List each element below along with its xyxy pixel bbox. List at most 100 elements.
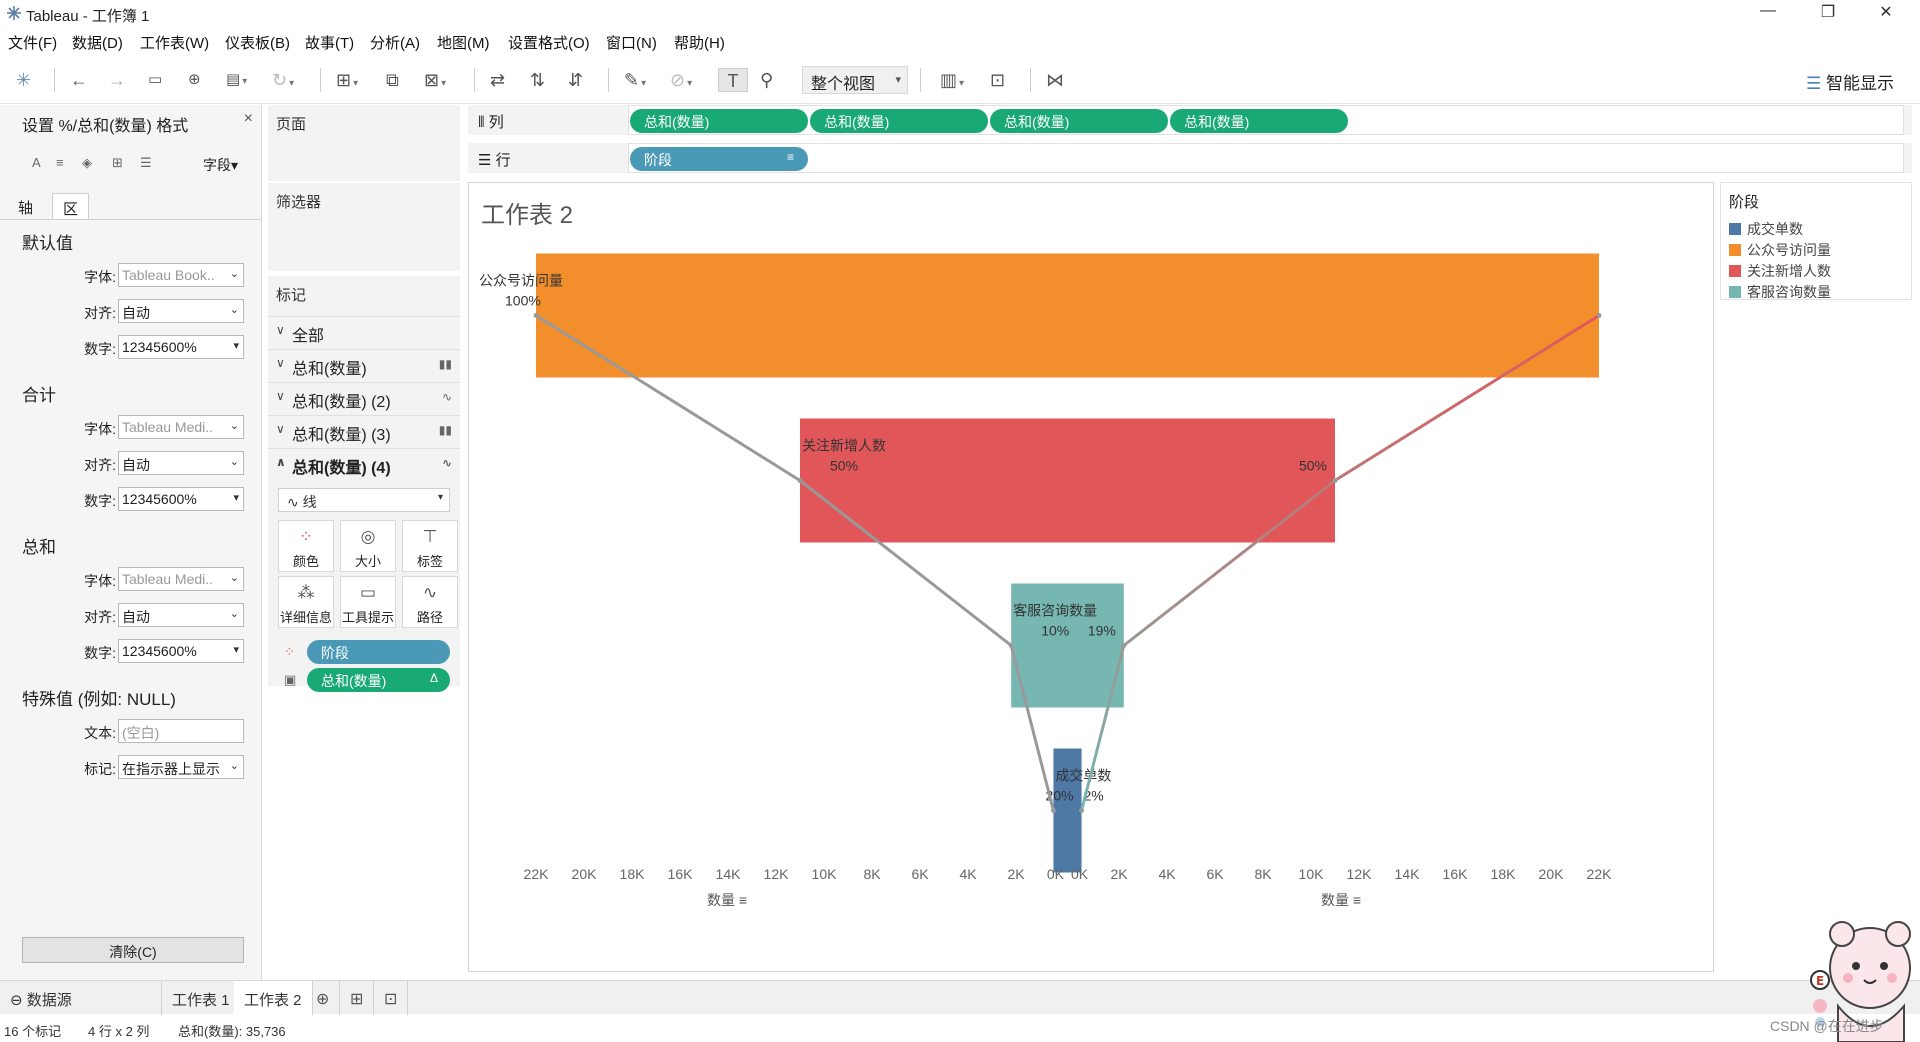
select-value: 12345600%	[122, 339, 197, 355]
sum-align-select[interactable]: 自动 ⌄	[118, 603, 244, 627]
minimize-button[interactable]: —	[1748, 2, 1788, 26]
default-number-select[interactable]: 12345600% ▾	[118, 335, 244, 359]
legend-item[interactable]: 关注新增人数	[1729, 261, 1831, 281]
color-encoding-icon: ⁘	[284, 644, 295, 659]
mark-type-dropdown[interactable]: ∿ 线 ▾	[278, 488, 450, 512]
category-label: 关注新增人数	[802, 438, 886, 454]
column-pill-2[interactable]: 总和(数量)	[810, 109, 988, 133]
menu-format[interactable]: 设置格式(O)	[508, 32, 590, 53]
special-text-input[interactable]: (空白)	[118, 719, 244, 743]
detail-button[interactable]: ⁂ 详细信息	[278, 576, 334, 628]
swap-rows-columns-icon[interactable]: ⇄	[490, 68, 505, 92]
column-pill-3[interactable]: 总和(数量)	[990, 109, 1168, 133]
new-datasource-icon[interactable]: ⊕	[188, 68, 201, 92]
close-icon[interactable]: ×	[244, 110, 253, 128]
clear-sheet-icon[interactable]: ⊠	[424, 68, 446, 92]
new-story-tab-icon[interactable]: ⊡	[374, 981, 409, 1015]
marks-row-sum1[interactable]: ∨ 总和(数量) ▮▮	[268, 349, 460, 379]
fix-axes-icon[interactable]: ⚲	[760, 68, 773, 92]
fields-dropdown[interactable]: 字段▾	[203, 155, 238, 175]
column-pill-4[interactable]: 总和(数量)	[1170, 109, 1348, 133]
share-icon[interactable]: ⋈	[1046, 68, 1064, 92]
view-mode-dropdown[interactable]: 整个视图 ▾	[802, 66, 908, 94]
tab-axis[interactable]: 轴	[8, 193, 43, 219]
show-labels-icon[interactable]: T	[718, 68, 748, 92]
color-button[interactable]: ⁘ 颜色	[278, 520, 334, 572]
menu-data[interactable]: 数据(D)	[72, 32, 123, 53]
group-icon[interactable]: ⊘	[670, 68, 692, 92]
line-point	[1332, 478, 1338, 483]
size-button[interactable]: ◎ 大小	[340, 520, 396, 572]
menu-analysis[interactable]: 分析(A)	[370, 32, 420, 53]
percent-label-left: 10%	[1041, 623, 1069, 639]
new-worksheet-icon[interactable]: ⊞	[336, 68, 358, 92]
total-align-select[interactable]: 自动 ⌄	[118, 451, 244, 475]
highlight-icon[interactable]: ✎	[624, 68, 646, 92]
redo-icon[interactable]: →	[108, 68, 126, 92]
tab-datasource[interactable]: ⊖ 数据源	[0, 981, 162, 1015]
rows-drop-zone[interactable]: 阶段 ≡	[628, 143, 1904, 173]
save-icon[interactable]: ▭	[148, 68, 162, 92]
sum-font-select[interactable]: Tableau Medi.. ⌄	[118, 567, 244, 591]
marks-pill-stage[interactable]: 阶段	[307, 640, 450, 664]
marks-row-sum3[interactable]: ∨ 总和(数量) (3) ▮▮	[268, 415, 460, 445]
row-pill-stage[interactable]: 阶段 ≡	[630, 147, 808, 171]
new-worksheet-tab-icon[interactable]: ⊕	[306, 981, 341, 1015]
tableau-logo-icon	[7, 6, 21, 20]
legend-item[interactable]: 成交单数	[1729, 219, 1803, 239]
category-label: 公众号访问量	[479, 273, 563, 289]
maximize-button[interactable]: ❐	[1808, 2, 1848, 26]
legend-item[interactable]: 公众号访问量	[1729, 240, 1831, 260]
column-pill-1[interactable]: 总和(数量)	[630, 109, 808, 133]
sum-number-select[interactable]: 12345600% ▾	[118, 639, 244, 663]
undo-icon[interactable]: ←	[70, 68, 88, 92]
menu-dashboard[interactable]: 仪表板(B)	[225, 32, 290, 53]
path-button[interactable]: ∿ 路径	[402, 576, 458, 628]
menu-worksheet[interactable]: 工作表(W)	[140, 32, 209, 53]
duplicate-sheet-icon[interactable]: ⧉	[386, 68, 399, 92]
marks-row-sum2[interactable]: ∨ 总和(数量) (2) ∿	[268, 382, 460, 412]
total-font-select[interactable]: Tableau Medi.. ⌄	[118, 415, 244, 439]
bar-mark-icon: ▮▮	[438, 357, 452, 371]
menu-story[interactable]: 故事(T)	[305, 32, 354, 53]
filters-card[interactable]: 筛选器	[268, 183, 460, 271]
tab-sheet-2[interactable]: 工作表 2	[234, 981, 313, 1015]
category-label: 成交单数	[1055, 768, 1111, 784]
legend-item[interactable]: 客服咨询数量	[1729, 282, 1831, 302]
tab-pane[interactable]: 区	[52, 193, 90, 219]
default-align-select[interactable]: 自动 ⌄	[118, 299, 244, 323]
label-button[interactable]: ⊤ 标签	[402, 520, 458, 572]
borders-format-icon[interactable]: ⊞	[112, 155, 123, 171]
tab-sheet-1[interactable]: 工作表 1	[162, 981, 241, 1015]
columns-drop-zone[interactable]: 总和(数量) 总和(数量) 总和(数量) 总和(数量)	[628, 105, 1904, 135]
pause-updates-icon[interactable]: ▤	[226, 68, 247, 92]
sort-ascending-icon[interactable]: ⇅	[530, 68, 545, 92]
clear-button[interactable]: 清除(C)	[22, 937, 244, 963]
close-window-button[interactable]: ✕	[1866, 2, 1906, 26]
smart-show-button[interactable]: ☰ 智能显示	[1806, 69, 1894, 94]
menu-help[interactable]: 帮助(H)	[674, 32, 725, 53]
show-cards-icon[interactable]: ▥	[940, 68, 964, 92]
menu-map[interactable]: 地图(M)	[437, 32, 490, 53]
marks-pill-sum[interactable]: 总和(数量) Δ	[307, 668, 450, 692]
align-format-icon[interactable]: ≡	[56, 155, 64, 170]
shading-format-icon[interactable]: ◈	[82, 155, 92, 171]
refresh-icon[interactable]: ↻	[272, 68, 294, 92]
pages-card[interactable]: 页面	[268, 105, 460, 181]
new-dashboard-tab-icon[interactable]: ⊞	[340, 981, 375, 1015]
default-font-select[interactable]: Tableau Book.. ⌄	[118, 263, 244, 287]
font-format-icon[interactable]: A	[32, 155, 41, 170]
menu-file[interactable]: 文件(F)	[8, 32, 57, 53]
tableau-home-icon[interactable]: ✳	[16, 68, 31, 92]
select-value: Tableau Medi..	[122, 571, 214, 587]
presentation-mode-icon[interactable]: ⊡	[990, 68, 1005, 92]
total-number-select[interactable]: 12345600% ▾	[118, 487, 244, 511]
marks-row-all[interactable]: ∨ 全部	[268, 316, 460, 346]
sort-descending-icon[interactable]: ⇵	[568, 68, 583, 92]
marks-row-sum4[interactable]: ∧ 总和(数量) (4) ∿	[268, 448, 460, 478]
lines-format-icon[interactable]: ☰	[140, 155, 152, 171]
tooltip-button[interactable]: ▭ 工具提示	[340, 576, 396, 628]
special-marks-select[interactable]: 在指示器上显示 ⌄	[118, 755, 244, 779]
funnel-chart[interactable]: 公众号访问量100%关注新增人数50% 50%客服咨询数量10% 19%成交单数2%…	[469, 183, 1715, 973]
menu-window[interactable]: 窗口(N)	[606, 32, 657, 53]
